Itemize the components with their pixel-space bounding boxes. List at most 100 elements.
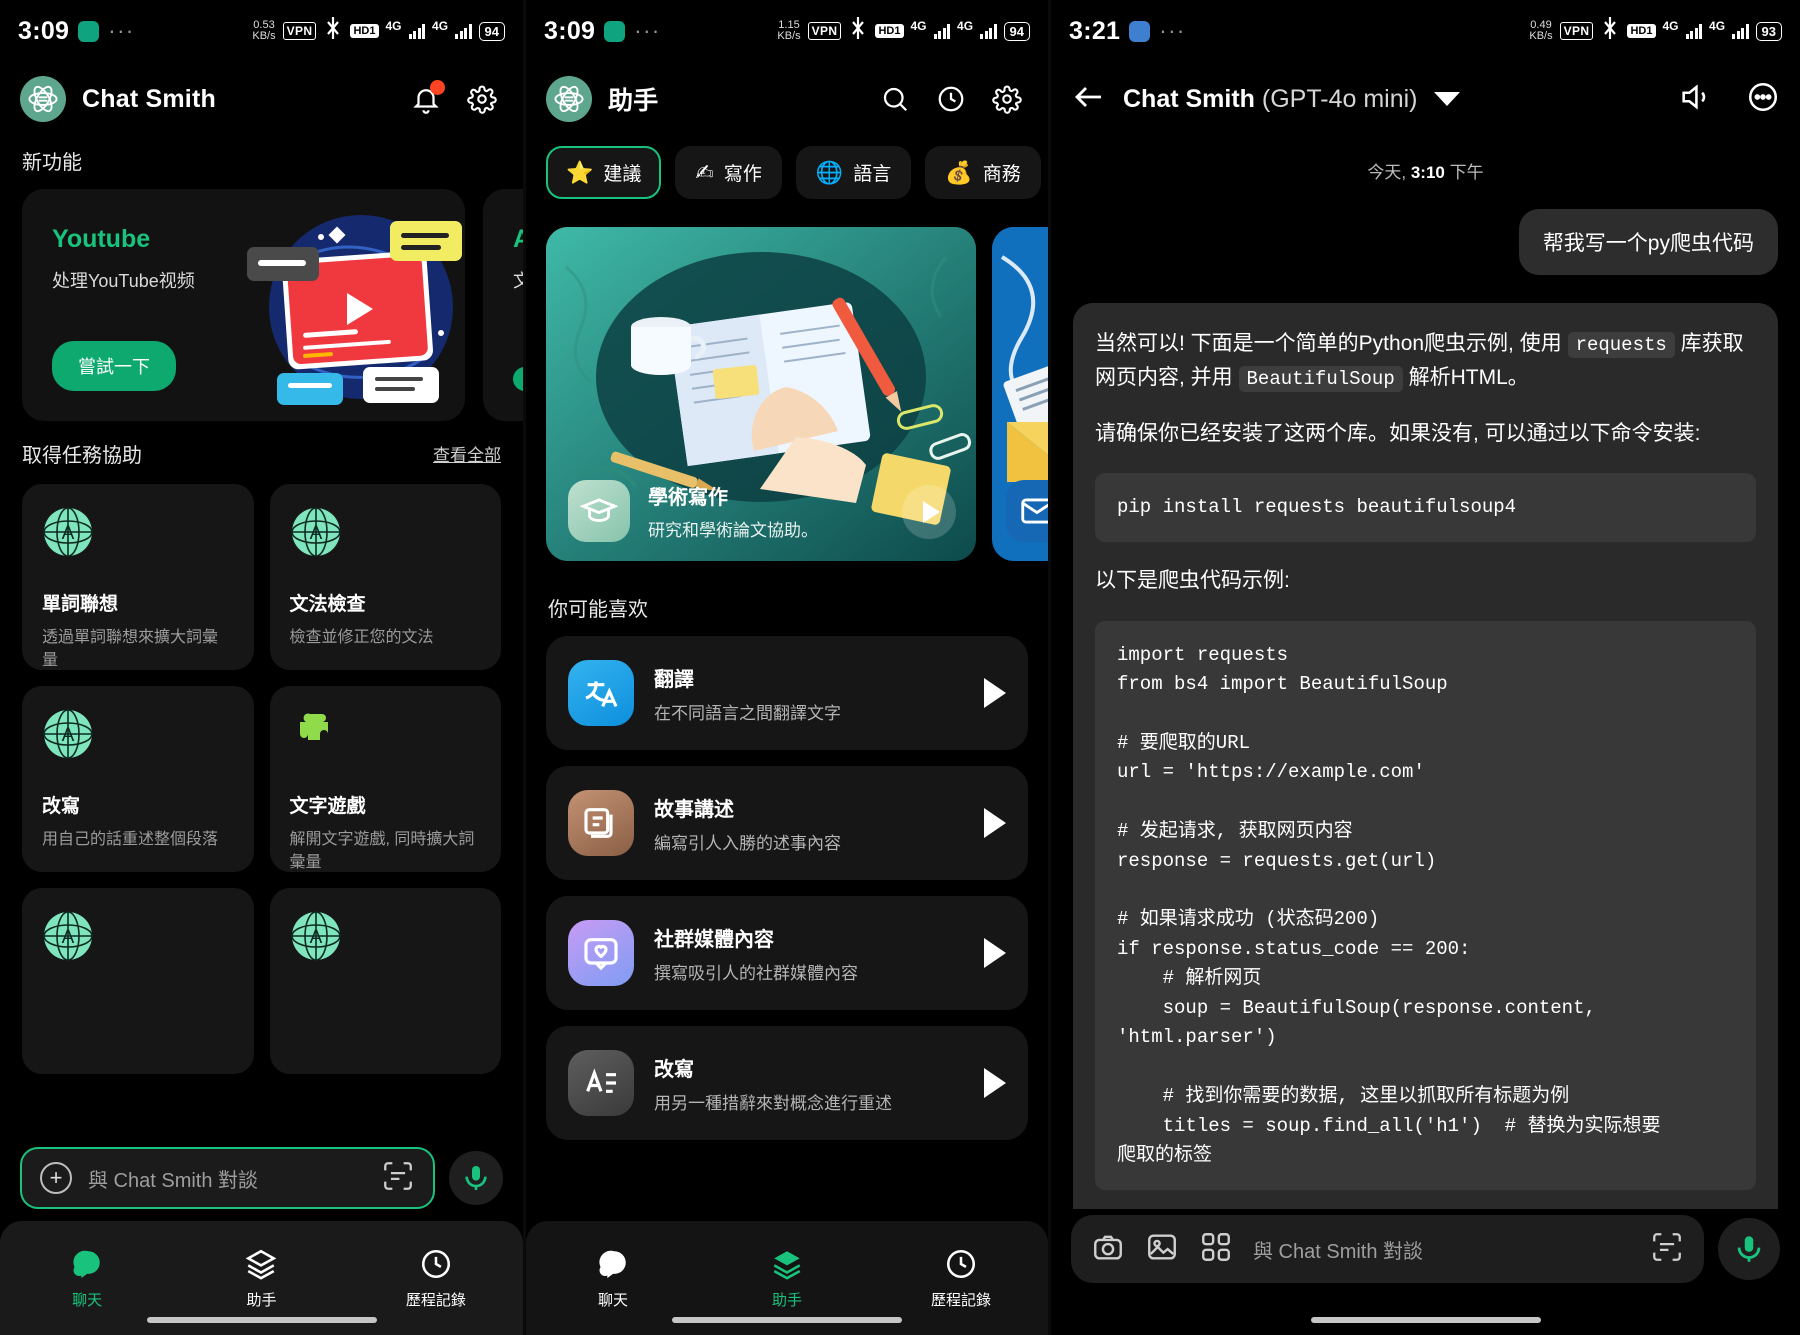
task-card[interactable]: A 改寫 用自己的話重述整個段落: [22, 686, 254, 872]
gallery-icon[interactable]: [1145, 1230, 1179, 1269]
chip-writing[interactable]: ✍ 寫作: [675, 146, 782, 199]
hd-icon: HD1: [875, 24, 904, 38]
svg-text:A: A: [309, 523, 322, 544]
assistant-paragraph-3: 以下是爬虫代码示例:: [1095, 569, 1290, 593]
message-timestamp: 今天, 3:10 下午: [1367, 163, 1484, 182]
globe-a-icon: A: [290, 507, 341, 557]
chevron-down-icon[interactable]: [1433, 92, 1460, 106]
message-input[interactable]: + 與 Chat Smith 對談: [20, 1147, 435, 1209]
hd-icon: HD1: [1627, 24, 1656, 38]
chat-icon: [599, 1250, 626, 1278]
status-app-icon: [1129, 20, 1151, 42]
task-grid: A 單詞聯想 透過單詞聯想來擴大詞彙量 A 文法檢查 檢查並修正您的文法 A 改…: [0, 484, 523, 1074]
suggestion-list: 翻譯 在不同語言之間翻譯文字 故事講述 編寫引人入勝的述事內容 社群媒體內容 撰…: [526, 636, 1048, 1140]
chip-language[interactable]: 🌐 語言: [795, 146, 912, 199]
task-card[interactable]: A: [269, 888, 501, 1074]
status-time: 3:09: [544, 16, 596, 45]
install-command-block[interactable]: pip install requests beautifulsoup4: [1095, 473, 1756, 543]
promo-try-button-2[interactable]: [513, 367, 523, 391]
writing-hand-icon: ✍: [695, 159, 714, 185]
notifications-button[interactable]: [405, 78, 447, 120]
task-card[interactable]: A 單詞聯想 透過單詞聯想來擴大詞彙量: [22, 484, 254, 670]
featured-card-secondary[interactable]: [992, 227, 1048, 561]
svg-text:A: A: [62, 725, 75, 746]
view-all-link[interactable]: 查看全部: [433, 441, 501, 466]
chat-icon: [73, 1250, 100, 1278]
layers-icon: [773, 1250, 801, 1280]
message-placeholder: 與 Chat Smith 對談: [88, 1169, 259, 1192]
featured-carousel[interactable]: 學術寫作 研究和學術論文協助。: [526, 227, 1048, 561]
signal-bars-1: [933, 23, 951, 39]
promo-card-secondary[interactable]: A 文: [483, 189, 523, 421]
app-title: Chat Smith: [82, 84, 216, 113]
list-item-play-button[interactable]: [984, 1068, 1006, 1098]
rewrite-icon: [568, 1050, 634, 1116]
list-item-play-button[interactable]: [984, 808, 1006, 838]
promo-subtitle-2: 文: [513, 271, 523, 291]
settings-button[interactable]: [461, 78, 503, 120]
list-item-name: 翻譯: [654, 668, 694, 691]
promo-card-youtube[interactable]: Youtube 处理YouTube视频 嘗試一下: [22, 189, 465, 421]
settings-button[interactable]: [986, 78, 1028, 120]
search-button[interactable]: [874, 78, 916, 120]
task-name: 單詞聯想: [42, 594, 119, 615]
scan-text-icon[interactable]: [381, 1159, 415, 1198]
add-attachment-icon[interactable]: +: [40, 1162, 72, 1194]
new-features-title: 新功能: [22, 152, 82, 174]
tasks-header: 取得任務協助 查看全部: [0, 439, 523, 468]
home-indicator: [672, 1317, 902, 1323]
list-item-name: 改寫: [654, 1058, 694, 1081]
tasks-title: 取得任務協助: [22, 445, 142, 467]
speaker-button[interactable]: [1678, 80, 1712, 119]
battery-indicator: 94: [478, 21, 505, 41]
history-button[interactable]: [930, 78, 972, 120]
back-button[interactable]: [1071, 79, 1107, 120]
list-item-play-button[interactable]: [984, 678, 1006, 708]
list-item[interactable]: 翻譯 在不同語言之間翻譯文字: [546, 636, 1028, 750]
vpn-icon: VPN: [1559, 22, 1594, 40]
assistant-message-bubble: 当然可以! 下面是一个简单的Python爬虫示例, 使用 requests 库获…: [1073, 303, 1778, 1209]
app-bar: Chat Smith: [0, 62, 523, 136]
conversation-header: Chat Smith (GPT-4o mini): [1051, 62, 1800, 136]
list-item-name: 故事講述: [654, 798, 734, 821]
composer: 與 Chat Smith 對談: [1051, 1215, 1800, 1283]
featured-play-button[interactable]: [902, 485, 956, 539]
app-logo-icon: [546, 76, 592, 122]
chip-suggestions[interactable]: ⭐ 建議: [546, 146, 662, 199]
task-card[interactable]: A: [22, 888, 254, 1074]
list-item-desc: 編寫引人入勝的述事內容: [654, 833, 841, 853]
task-card[interactable]: 文字遊戲 解開文字遊戲, 同時擴大詞彙量: [269, 686, 501, 872]
globe-a-icon: A: [290, 911, 341, 961]
voice-button[interactable]: [1718, 1218, 1780, 1280]
graduation-cap-icon: [568, 480, 630, 542]
message-input[interactable]: 與 Chat Smith 對談: [1071, 1215, 1704, 1283]
chip-business[interactable]: 💰 商務: [925, 146, 1041, 199]
list-item-play-button[interactable]: [984, 938, 1006, 968]
apps-grid-icon[interactable]: [1199, 1230, 1233, 1269]
status-bar: 3:09 ··· 1.15 KB/s VPN HD1 4G 4G 94: [526, 0, 1048, 62]
more-options-button[interactable]: [1746, 80, 1780, 119]
network-4g-label-1: 4G: [1662, 19, 1679, 33]
promo-try-button[interactable]: 嘗試一下: [52, 341, 176, 391]
promo-subtitle: 处理YouTube视频: [52, 271, 195, 291]
list-item[interactable]: 改寫 用另一種措辭來對概念進行重述: [546, 1026, 1028, 1140]
signal-bars-1: [408, 23, 426, 39]
featured-desc: 研究和學術論文協助。: [648, 521, 818, 540]
list-item-desc: 在不同語言之間翻譯文字: [654, 703, 841, 723]
category-chips: ⭐ 建議 ✍ 寫作 🌐 語言 💰 商務 🧩 其他: [526, 136, 1048, 199]
list-item[interactable]: 社群媒體內容 撰寫吸引人的社群媒體內容: [546, 896, 1028, 1010]
svg-text:A: A: [309, 927, 322, 948]
camera-icon[interactable]: [1091, 1230, 1125, 1269]
scan-text-icon[interactable]: [1650, 1230, 1684, 1269]
inline-code-requests: requests: [1567, 332, 1675, 358]
task-card[interactable]: A 文法檢查 檢查並修正您的文法: [269, 484, 501, 670]
promo-carousel[interactable]: Youtube 处理YouTube视频 嘗試一下 A 文: [0, 189, 523, 421]
message-list[interactable]: 今天, 3:10 下午 帮我写一个py爬虫代码 当然可以! 下面是一个简单的Py…: [1051, 136, 1800, 1209]
nav-label-history: 歷程記錄: [930, 1291, 991, 1309]
signal-bars-2: [1732, 23, 1749, 39]
voice-button[interactable]: [449, 1151, 503, 1205]
featured-card-academic-writing[interactable]: 學術寫作 研究和學術論文協助。: [546, 227, 976, 561]
status-more-icon: ···: [1159, 18, 1186, 43]
list-item[interactable]: 故事講述 編寫引人入勝的述事內容: [546, 766, 1028, 880]
python-code-block[interactable]: import requests from bs4 import Beautifu…: [1095, 620, 1756, 1191]
